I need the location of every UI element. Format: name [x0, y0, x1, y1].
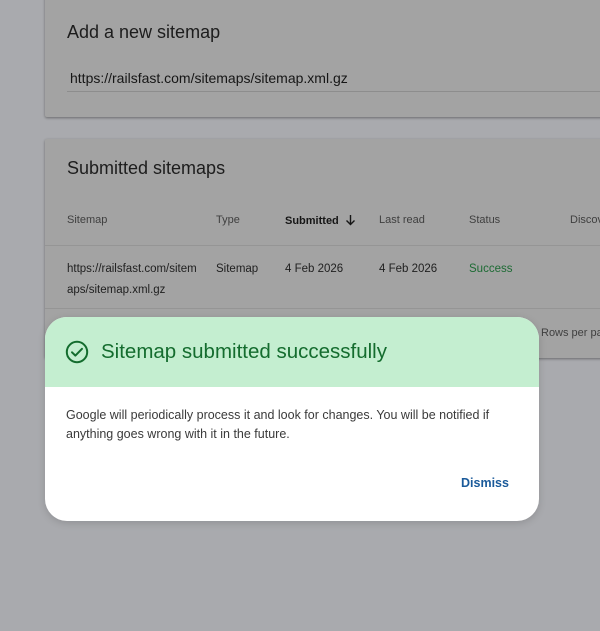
sitemap-url-input[interactable] [70, 70, 600, 86]
column-header-submitted-label: Submitted [285, 215, 339, 227]
rows-per-page-label: Rows per pa [541, 327, 600, 339]
input-underline [67, 91, 600, 92]
column-header-submitted[interactable]: Submitted [285, 214, 356, 227]
row-last-read: 4 Feb 2026 [379, 263, 438, 275]
column-header-sitemap[interactable]: Sitemap [67, 214, 107, 226]
row-submitted: 4 Feb 2026 [285, 263, 344, 275]
column-header-status[interactable]: Status [469, 214, 500, 226]
dialog-header: Sitemap submitted successfully [45, 317, 539, 387]
dismiss-button[interactable]: Dismiss [455, 472, 515, 494]
arrow-down-icon [345, 215, 355, 226]
row-type: Sitemap [216, 263, 259, 275]
success-dialog: Sitemap submitted successfully Google wi… [45, 317, 539, 521]
add-sitemap-title: Add a new sitemap [67, 22, 221, 42]
column-header-discovered[interactable]: Discov [570, 214, 600, 226]
column-header-last-read[interactable]: Last read [379, 214, 425, 226]
row-sitemap-url[interactable]: https://railsfast.com/sitemaps/sitemap.x… [67, 259, 202, 301]
search-console-page: Add a new sitemap Submitted sitemaps Sit… [0, 0, 600, 631]
row-status: Success [469, 263, 513, 275]
add-sitemap-card: Add a new sitemap [45, 0, 600, 117]
submitted-sitemaps-title: Submitted sitemaps [67, 158, 226, 178]
dialog-title: Sitemap submitted successfully [101, 340, 387, 363]
dialog-message: Google will periodically process it and … [66, 408, 490, 441]
row-divider [45, 308, 600, 309]
column-header-type[interactable]: Type [216, 214, 240, 226]
header-divider [45, 245, 600, 246]
check-circle-icon [65, 340, 89, 364]
